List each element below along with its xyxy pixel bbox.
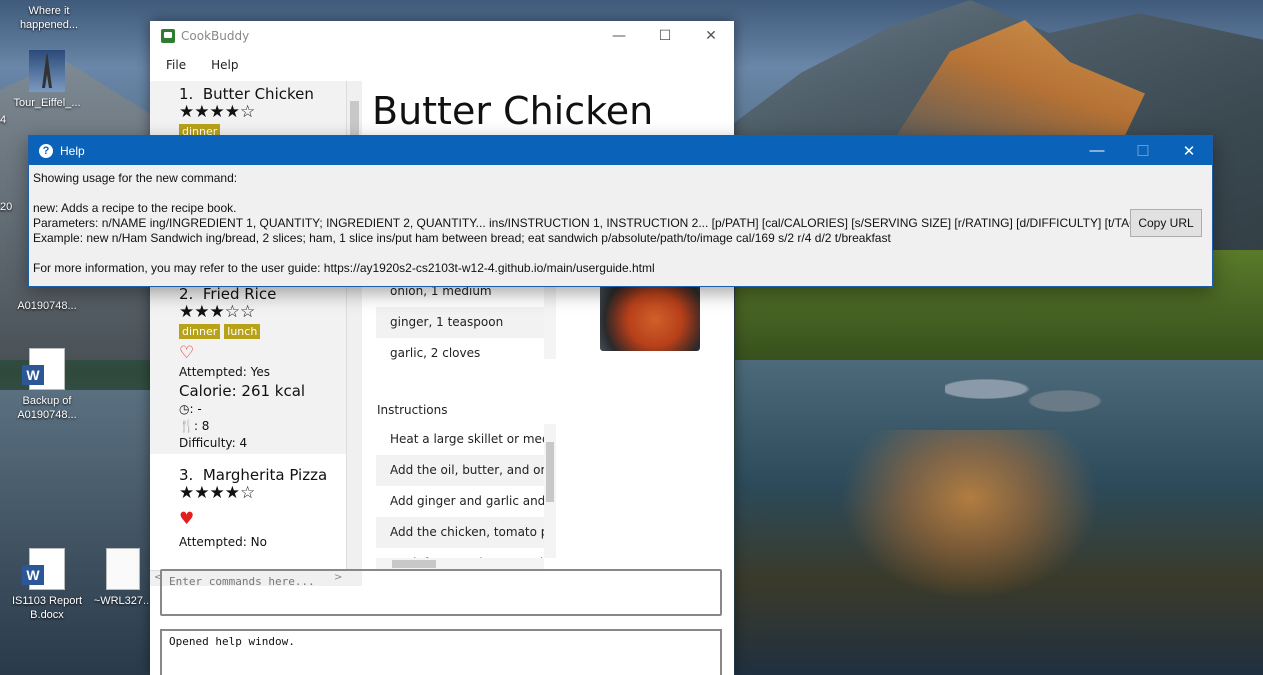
recipe-card[interactable]: 2. Fried Rice ★★★☆☆ dinner lunch ♡ Attem… — [150, 281, 346, 454]
desktop-icon-label: IS1103 Report B.docx — [11, 595, 83, 621]
menu-file[interactable]: File — [150, 58, 195, 72]
recipe-name: 3. Margherita Pizza — [179, 466, 346, 484]
attempted-status: Attempted: Yes — [179, 365, 271, 379]
recipe-name: 2. Fried Rice — [179, 285, 346, 303]
recipe-detail-title: Butter Chicken — [372, 89, 654, 133]
scroll-thumb[interactable] — [392, 560, 436, 568]
instruction-item: Add ginger and garlic and let — [390, 494, 544, 508]
clock-icon: ◷ — [179, 402, 190, 416]
rating-stars: ★★★★☆ — [179, 102, 256, 122]
desktop-icon-partial: 4 — [0, 113, 12, 127]
image-file-icon — [29, 50, 65, 92]
utensils-icon: 🍴 — [179, 419, 194, 433]
minimize-button[interactable]: — — [596, 21, 642, 51]
help-titlebar[interactable]: ? Help — ☐ ✕ — [29, 136, 1212, 165]
close-button[interactable]: ✕ — [688, 21, 734, 51]
word-document-icon: W — [22, 348, 65, 390]
cookbuddy-logo-icon — [161, 29, 175, 43]
recipe-index: 3. — [179, 466, 194, 484]
attempted-status: Attempted: No — [179, 535, 267, 549]
instructions-label: Instructions — [377, 403, 448, 417]
recipe-image — [600, 281, 700, 351]
calorie-value: Calorie: 261 kcal — [179, 382, 306, 400]
tag-badge: lunch — [224, 324, 261, 339]
help-title: Help — [60, 143, 85, 158]
result-display: Opened help window. — [160, 629, 722, 675]
help-minimize-button[interactable]: — — [1074, 136, 1120, 165]
help-userguide-text: For more information, you may refer to t… — [33, 261, 655, 275]
desktop-icon-partial: 20 — [0, 200, 30, 214]
prep-time: ◷: - — [179, 402, 202, 416]
instructions-scrollbar[interactable] — [544, 424, 556, 558]
desktop-icon-label: 20 — [0, 201, 13, 213]
recipe-name-text: Butter Chicken — [202, 85, 314, 103]
favorite-heart-icon: ♥ — [179, 509, 195, 529]
help-example-text: Example: new n/Ham Sandwich ing/bread, 2… — [33, 231, 891, 245]
cookbuddy-window: CookBuddy — ☐ ✕ File Help 1. Butter Chic… — [150, 21, 734, 675]
recipe-card[interactable]: 3. Margherita Pizza ★★★★☆ ♥ Attempted: N… — [150, 454, 346, 574]
difficulty-value: Difficulty: 4 — [179, 436, 248, 450]
wallpaper-rocks — [945, 365, 1145, 425]
desktop-icon-label: Where it happened... — [19, 5, 79, 31]
help-close-button[interactable]: ✕ — [1166, 136, 1212, 165]
word-document-icon: W — [22, 548, 65, 590]
app-title: CookBuddy — [181, 29, 250, 43]
wallpaper-reflection — [840, 430, 1100, 600]
ingredient-item: ginger, 1 teaspoon — [376, 307, 556, 338]
favorite-heart-icon: ♡ — [179, 343, 195, 363]
help-question-icon: ? — [39, 143, 53, 158]
instruction-item: Add the chicken, tomato paste — [376, 517, 544, 548]
desktop-icon-label: Tour_Eiffel_... — [13, 97, 81, 109]
command-placeholder: Enter commands here... — [169, 575, 315, 588]
recipe-index: 2. — [179, 285, 194, 303]
help-maximize-button[interactable]: ☐ — [1120, 136, 1166, 165]
recipe-name: 1. Butter Chicken — [179, 85, 346, 103]
ingredient-item: garlic, 2 cloves — [390, 346, 481, 360]
help-window: ? Help — ☐ ✕ Showing usage for the new c… — [28, 135, 1213, 287]
ingredients-list[interactable]: onion, 1 medium ginger, 1 teaspoon garli… — [376, 276, 556, 369]
file-icon — [106, 548, 140, 590]
tag-badge: dinner — [179, 324, 221, 339]
command-input[interactable]: Enter commands here... — [160, 569, 722, 616]
help-content: Showing usage for the new command: new: … — [29, 165, 1212, 282]
maximize-button[interactable]: ☐ — [642, 21, 688, 51]
desktop-icon-is1103-report[interactable]: W IS1103 Report B.docx — [4, 548, 90, 622]
desktop-icon-label: Backup of A0190748... — [17, 395, 77, 421]
desktop-icon-tour-eiffel[interactable]: Tour_Eiffel_... — [4, 50, 90, 110]
desktop-icon-label: 4 — [0, 114, 7, 126]
help-command-description: new: Adds a recipe to the recipe book. — [33, 201, 237, 215]
menu-bar: File Help — [150, 51, 734, 79]
help-intro-text: Showing usage for the new command: — [33, 171, 238, 185]
instruction-item: Add the oil, butter, and onion — [376, 455, 544, 486]
recipe-index: 1. — [179, 85, 194, 103]
copy-url-button[interactable]: Copy URL — [1130, 209, 1202, 237]
desktop-icon-where-it-happened[interactable]: Where it happened... — [6, 4, 92, 32]
servings: 🍴: 8 — [179, 419, 210, 433]
rating-stars: ★★★☆☆ — [179, 302, 256, 322]
wallpaper-lake-left — [0, 390, 150, 675]
recipe-name-text: Fried Rice — [202, 285, 277, 303]
desktop-icon-a0190748[interactable]: A0190748... — [4, 299, 90, 313]
scroll-thumb[interactable] — [546, 442, 554, 502]
result-text: Opened help window. — [169, 635, 295, 648]
instructions-list[interactable]: Heat a large skillet or medium Add the o… — [376, 424, 544, 560]
instruction-item: Heat a large skillet or medium — [390, 432, 544, 446]
rating-stars: ★★★★☆ — [179, 483, 256, 503]
recipe-name-text: Margherita Pizza — [202, 466, 328, 484]
help-parameters-text: Parameters: n/NAME ing/INGREDIENT 1, QUA… — [33, 216, 1186, 230]
desktop-icon-backup[interactable]: W Backup of A0190748... — [4, 348, 90, 422]
ingredients-scrollbar[interactable] — [544, 276, 556, 359]
menu-help[interactable]: Help — [195, 58, 247, 72]
app-titlebar[interactable]: CookBuddy — ☐ ✕ — [150, 21, 734, 51]
desktop-icon-label: A0190748... — [17, 300, 77, 312]
